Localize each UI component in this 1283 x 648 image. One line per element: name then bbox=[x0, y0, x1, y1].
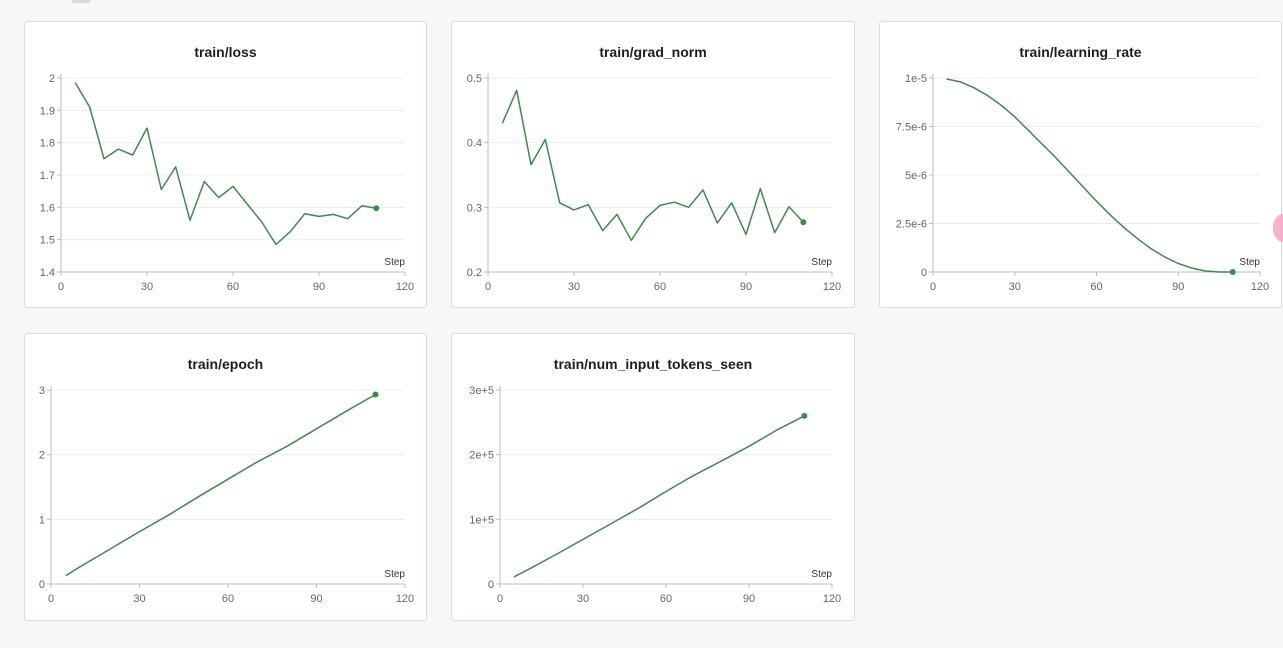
chart-svg: train/epoch01230 30 60 90 120Step bbox=[39, 356, 414, 605]
y-tick-label: 1e+5 bbox=[469, 514, 494, 526]
y-tick-label: 1.7 bbox=[40, 170, 55, 182]
x-tick-label: 120 bbox=[396, 281, 414, 293]
x-tick-label: 0 bbox=[58, 281, 64, 293]
x-tick-label: 0 bbox=[48, 593, 54, 605]
x-tick-label: 120 bbox=[1251, 281, 1269, 293]
chart-panel-train-grad-norm[interactable]: train/grad_norm 0.2 0.3 0.4 0.5 0 30 60 90 120 Ste… bbox=[451, 21, 855, 308]
y-tick-label: 0 bbox=[488, 579, 494, 591]
x-tick-label: 60 bbox=[222, 593, 234, 605]
x-axis-label: Step bbox=[1239, 257, 1260, 268]
top-edge-nub bbox=[72, 0, 90, 3]
y-tick-label: 2 bbox=[39, 450, 45, 462]
y-tick-label: 3 bbox=[39, 385, 45, 397]
chart-svg: train/grad_norm 0.2 0.3 0.4 0.5 0 30 60 90 120 Ste… bbox=[467, 44, 841, 293]
x-tick-label: 90 bbox=[310, 593, 322, 605]
last-point-marker bbox=[373, 205, 380, 212]
x-tick-label: 60 bbox=[227, 281, 239, 293]
series-line bbox=[65, 393, 376, 577]
last-point-marker bbox=[801, 412, 808, 419]
chart-panel-train-learning-rate[interactable]: train/learning_rate 0 2.5e-6 5e-6 7.5e-6 1e-5… bbox=[879, 21, 1282, 308]
y-tick-label: 2.5e-6 bbox=[896, 219, 927, 231]
y-tick-label: 2 bbox=[49, 73, 55, 85]
y-tick-label: 1.6 bbox=[40, 202, 55, 214]
series-line bbox=[501, 89, 804, 242]
chart-title: train/epoch bbox=[188, 356, 263, 372]
y-tick-label: 0.2 bbox=[467, 267, 482, 279]
chart-svg: train/num_input_tokens_seen 0 1e+5 2e+5 3e+5… bbox=[469, 356, 841, 605]
chart-title: train/grad_norm bbox=[599, 44, 706, 60]
x-tick-label: 90 bbox=[1172, 281, 1184, 293]
x-tick-label: 0 bbox=[930, 281, 936, 293]
y-tick-label: 1e-5 bbox=[905, 73, 927, 85]
x-tick-label: 30 bbox=[133, 593, 145, 605]
x-axis-label: Step bbox=[384, 569, 405, 580]
y-tick-label: 5e-6 bbox=[905, 170, 927, 182]
x-tick-label: 30 bbox=[568, 281, 580, 293]
chart-panel-train-num-input-tokens-seen[interactable]: train/num_input_tokens_seen 0 1e+5 2e+5 3e+5… bbox=[451, 333, 855, 621]
chart-title: train/num_input_tokens_seen bbox=[554, 356, 752, 372]
y-tick-label: 0 bbox=[39, 579, 45, 591]
x-axis-label: Step bbox=[384, 257, 405, 268]
y-tick-label: 3e+5 bbox=[469, 385, 494, 397]
y-tick-label: 0.5 bbox=[467, 73, 482, 85]
chart-panel-train-loss[interactable]: train/loss 1.4 1.5 1.6 1.7 1.8 1.9 2 0 30 60 90 120 S… bbox=[24, 21, 427, 308]
chart-svg: train/loss 1.4 1.5 1.6 1.7 1.8 1.9 2 0 30 60 90 120 S… bbox=[40, 44, 414, 293]
y-tick-label: 1.4 bbox=[40, 267, 55, 279]
x-tick-label: 120 bbox=[823, 593, 841, 605]
x-tick-label: 60 bbox=[654, 281, 666, 293]
x-tick-label: 30 bbox=[1009, 281, 1021, 293]
y-tick-label: 1.9 bbox=[40, 105, 55, 117]
x-tick-label: 90 bbox=[313, 281, 325, 293]
x-tick-label: 90 bbox=[740, 281, 752, 293]
last-point-marker bbox=[372, 391, 379, 398]
chart-panel-train-epoch[interactable]: train/epoch 0 1 2 3 0 30 60 90 120 Step bbox=[24, 333, 427, 621]
chart-title: train/learning_rate bbox=[1019, 44, 1141, 60]
x-tick-label: 0 bbox=[497, 593, 503, 605]
y-tick-label: 7.5e-6 bbox=[896, 122, 927, 134]
x-tick-label: 90 bbox=[743, 593, 755, 605]
x-tick-label: 30 bbox=[577, 593, 589, 605]
y-tick-label: 1.5 bbox=[40, 235, 55, 247]
x-tick-label: 60 bbox=[660, 593, 672, 605]
series-line bbox=[513, 415, 805, 578]
y-tick-label: 0 bbox=[921, 267, 927, 279]
x-tick-label: 0 bbox=[485, 281, 491, 293]
chart-title: train/loss bbox=[194, 44, 256, 60]
y-tick-label: 0.4 bbox=[467, 138, 482, 150]
x-tick-label: 30 bbox=[141, 281, 153, 293]
last-point-marker bbox=[1229, 269, 1236, 275]
x-axis-label: Step bbox=[811, 569, 832, 580]
series-line bbox=[74, 82, 377, 246]
y-tick-label: 1 bbox=[39, 514, 45, 526]
y-tick-label: 2e+5 bbox=[469, 450, 494, 462]
x-tick-label: 120 bbox=[396, 593, 414, 605]
x-tick-label: 120 bbox=[823, 281, 841, 293]
chart-svg: train/learning_rate 0 2.5e-6 5e-6 7.5e-6 1e-5… bbox=[896, 44, 1269, 293]
x-tick-label: 60 bbox=[1090, 281, 1102, 293]
y-tick-label: 0.3 bbox=[467, 202, 482, 214]
last-point-marker bbox=[800, 219, 807, 226]
x-axis-label: Step bbox=[811, 257, 832, 268]
y-tick-label: 1.8 bbox=[40, 138, 55, 150]
